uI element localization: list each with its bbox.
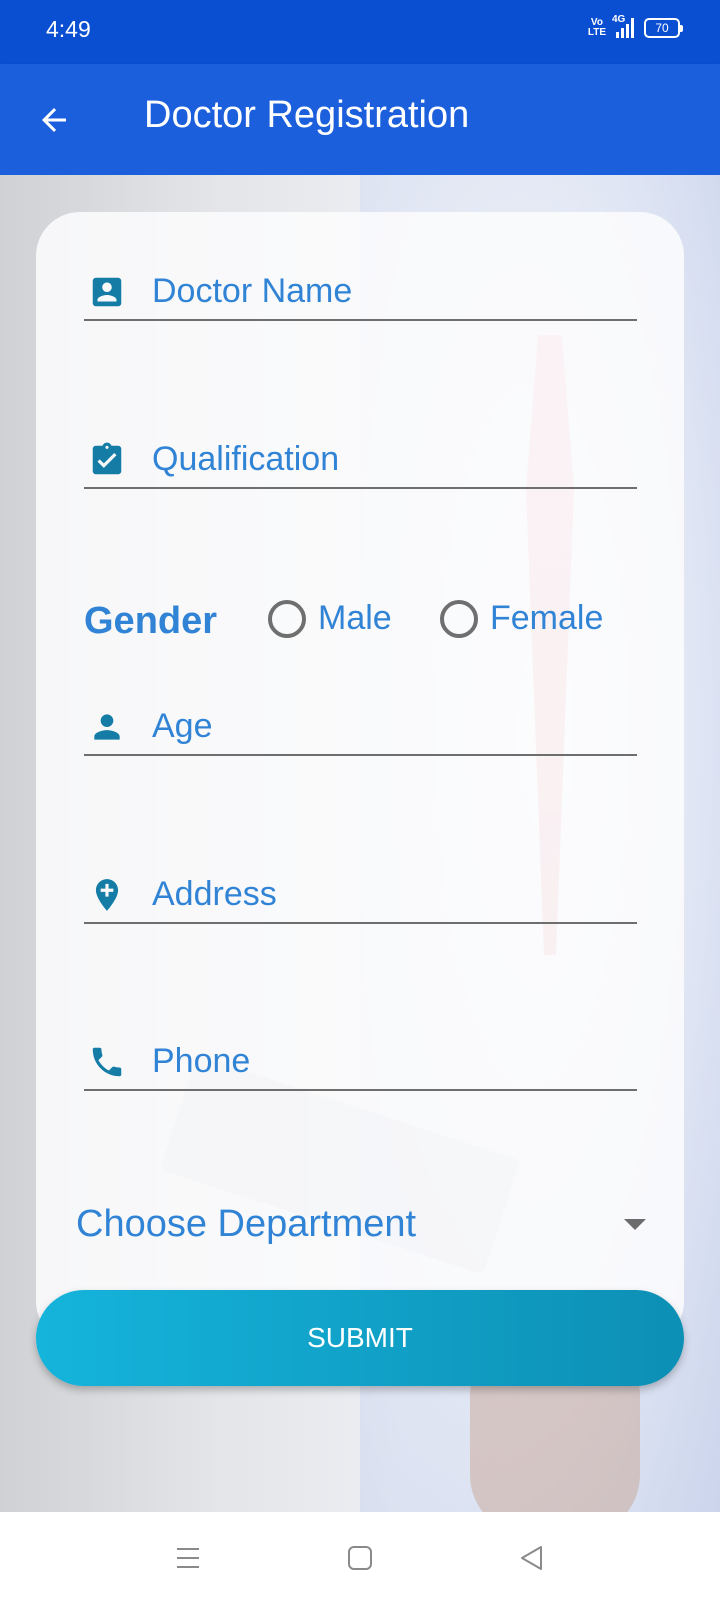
status-icons: Vo LTE 4G 70 [588,14,683,38]
radio-female[interactable]: Female [440,599,603,638]
system-nav-bar [0,1512,720,1600]
phone-icon [88,1043,126,1081]
home-square-icon [348,1546,372,1570]
account-box-icon [88,273,126,311]
gender-group: Gender Male Female [84,595,644,655]
status-time: 4:49 [46,16,91,42]
phone-placeholder: Phone [152,1042,251,1080]
back-triangle-icon [521,1546,542,1570]
battery-icon: 70 [644,18,683,38]
doctor-name-field[interactable]: Doctor Name [84,241,637,321]
assignment-turned-in-icon [88,441,126,479]
gender-label: Gender [84,600,218,642]
back-button[interactable] [30,96,78,144]
person-icon [88,708,126,746]
submit-label: SUBMIT [307,1322,413,1353]
arrow-left-icon [42,108,66,132]
network-type: 4G [612,14,626,25]
department-dropdown[interactable]: Choose Department [76,1203,646,1263]
radio-female-label: Female [490,599,604,637]
status-bar: 4:49 Vo LTE 4G 70 [0,0,720,64]
age-placeholder: Age [152,707,213,745]
doctor-name-placeholder: Doctor Name [152,272,353,310]
qualification-field[interactable]: Qualification [84,409,637,489]
signal-icon: 4G [612,14,634,38]
battery-level: 70 [655,21,669,35]
dropdown-arrow-icon [624,1219,646,1230]
add-location-icon [88,876,126,914]
menu-icon [177,1548,199,1568]
radio-circle-icon [268,599,306,638]
recent-apps-button[interactable] [168,1538,208,1578]
radio-circle-icon [440,599,478,638]
radio-male-label: Male [318,599,392,637]
radio-male[interactable]: Male [268,599,392,638]
volte-icon: Vo LTE [588,18,606,38]
form-card [36,212,684,1345]
back-nav-button[interactable] [512,1538,552,1578]
phone-field[interactable]: Phone [84,1011,637,1091]
volte-bottom-text: LTE [587,27,606,38]
page-title: Doctor Registration [144,94,470,136]
submit-button[interactable]: SUBMIT [36,1290,684,1386]
qualification-placeholder: Qualification [152,440,340,478]
department-placeholder: Choose Department [76,1203,417,1245]
address-placeholder: Address [152,875,277,913]
app-bar: Doctor Registration [0,64,720,175]
home-button[interactable] [340,1538,380,1578]
age-field[interactable]: Age [84,676,637,756]
address-field[interactable]: Address [84,844,637,924]
